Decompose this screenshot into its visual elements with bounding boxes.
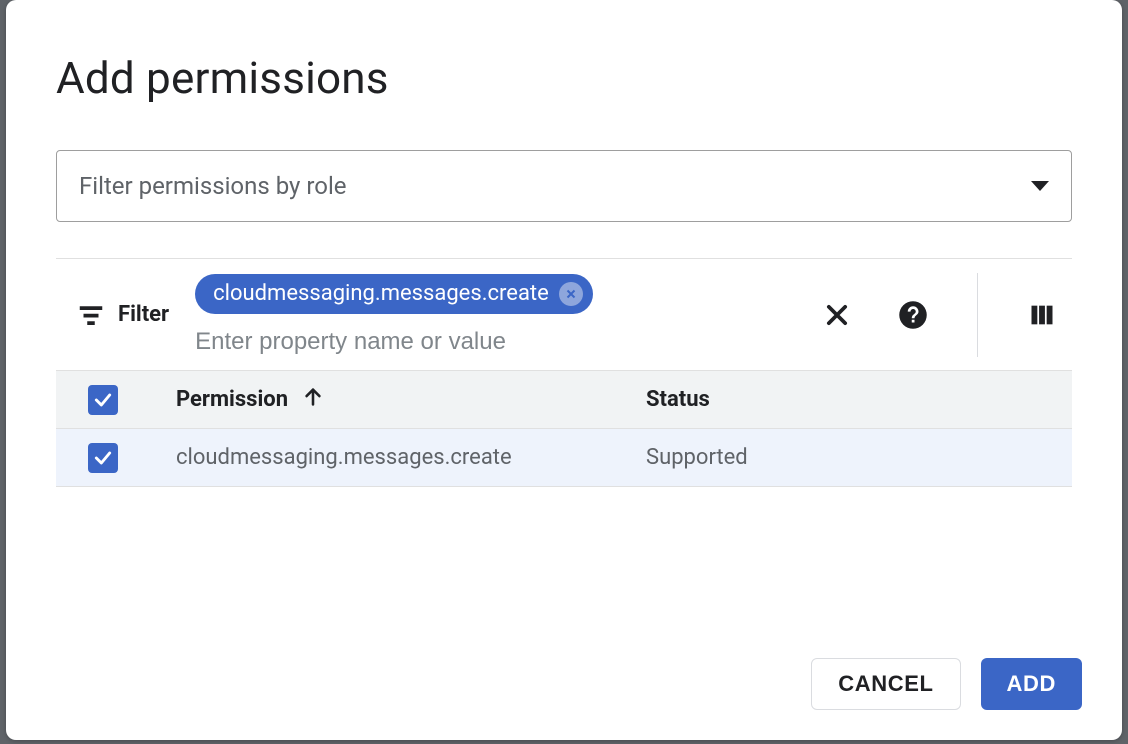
header-permission[interactable]: Permission	[176, 386, 646, 414]
dialog-backdrop: Add permissions Filter permissions by ro…	[0, 0, 1128, 744]
row-checkbox-cell	[88, 443, 176, 473]
vertical-divider	[977, 273, 978, 357]
row-permission-cell: cloudmessaging.messages.create	[176, 445, 646, 470]
clear-filter-button[interactable]	[817, 295, 857, 335]
filter-label: Filter	[118, 302, 169, 327]
column-settings-icon[interactable]	[1022, 295, 1062, 335]
row-checkbox[interactable]	[88, 443, 118, 473]
filter-by-role-placeholder: Filter permissions by role	[79, 172, 347, 200]
table-row[interactable]: cloudmessaging.messages.create Supported	[56, 429, 1072, 487]
row-status-cell: Supported	[646, 445, 1072, 470]
help-icon[interactable]	[893, 295, 933, 335]
add-permissions-dialog: Add permissions Filter permissions by ro…	[6, 0, 1122, 740]
add-button[interactable]: ADD	[981, 658, 1082, 710]
filter-chip[interactable]: cloudmessaging.messages.create	[195, 274, 593, 314]
header-status[interactable]: Status	[646, 387, 1072, 412]
filter-by-role-dropdown[interactable]: Filter permissions by role	[56, 150, 1072, 222]
dialog-title: Add permissions	[56, 52, 1072, 104]
header-permission-label: Permission	[176, 387, 288, 412]
filter-icon	[76, 300, 106, 330]
filter-actions	[817, 273, 1062, 357]
permissions-table: Permission Status cloudmessaging.message…	[56, 371, 1072, 487]
header-checkbox-cell	[88, 385, 176, 415]
cancel-button[interactable]: CANCEL	[811, 658, 960, 710]
filter-chip-label: cloudmessaging.messages.create	[213, 281, 549, 306]
caret-down-icon	[1031, 181, 1049, 191]
filter-bar: Filter cloudmessaging.messages.create	[56, 259, 1072, 371]
select-all-checkbox[interactable]	[88, 385, 118, 415]
chip-remove-icon[interactable]	[559, 282, 583, 306]
filter-input-area[interactable]: cloudmessaging.messages.create	[195, 274, 807, 356]
sort-ascending-icon	[302, 386, 324, 414]
filter-text-input[interactable]	[195, 328, 615, 356]
dialog-actions: CANCEL ADD	[811, 658, 1082, 710]
table-header-row: Permission Status	[56, 371, 1072, 429]
header-status-label: Status	[646, 387, 710, 412]
filter-label-group: Filter	[76, 300, 169, 330]
